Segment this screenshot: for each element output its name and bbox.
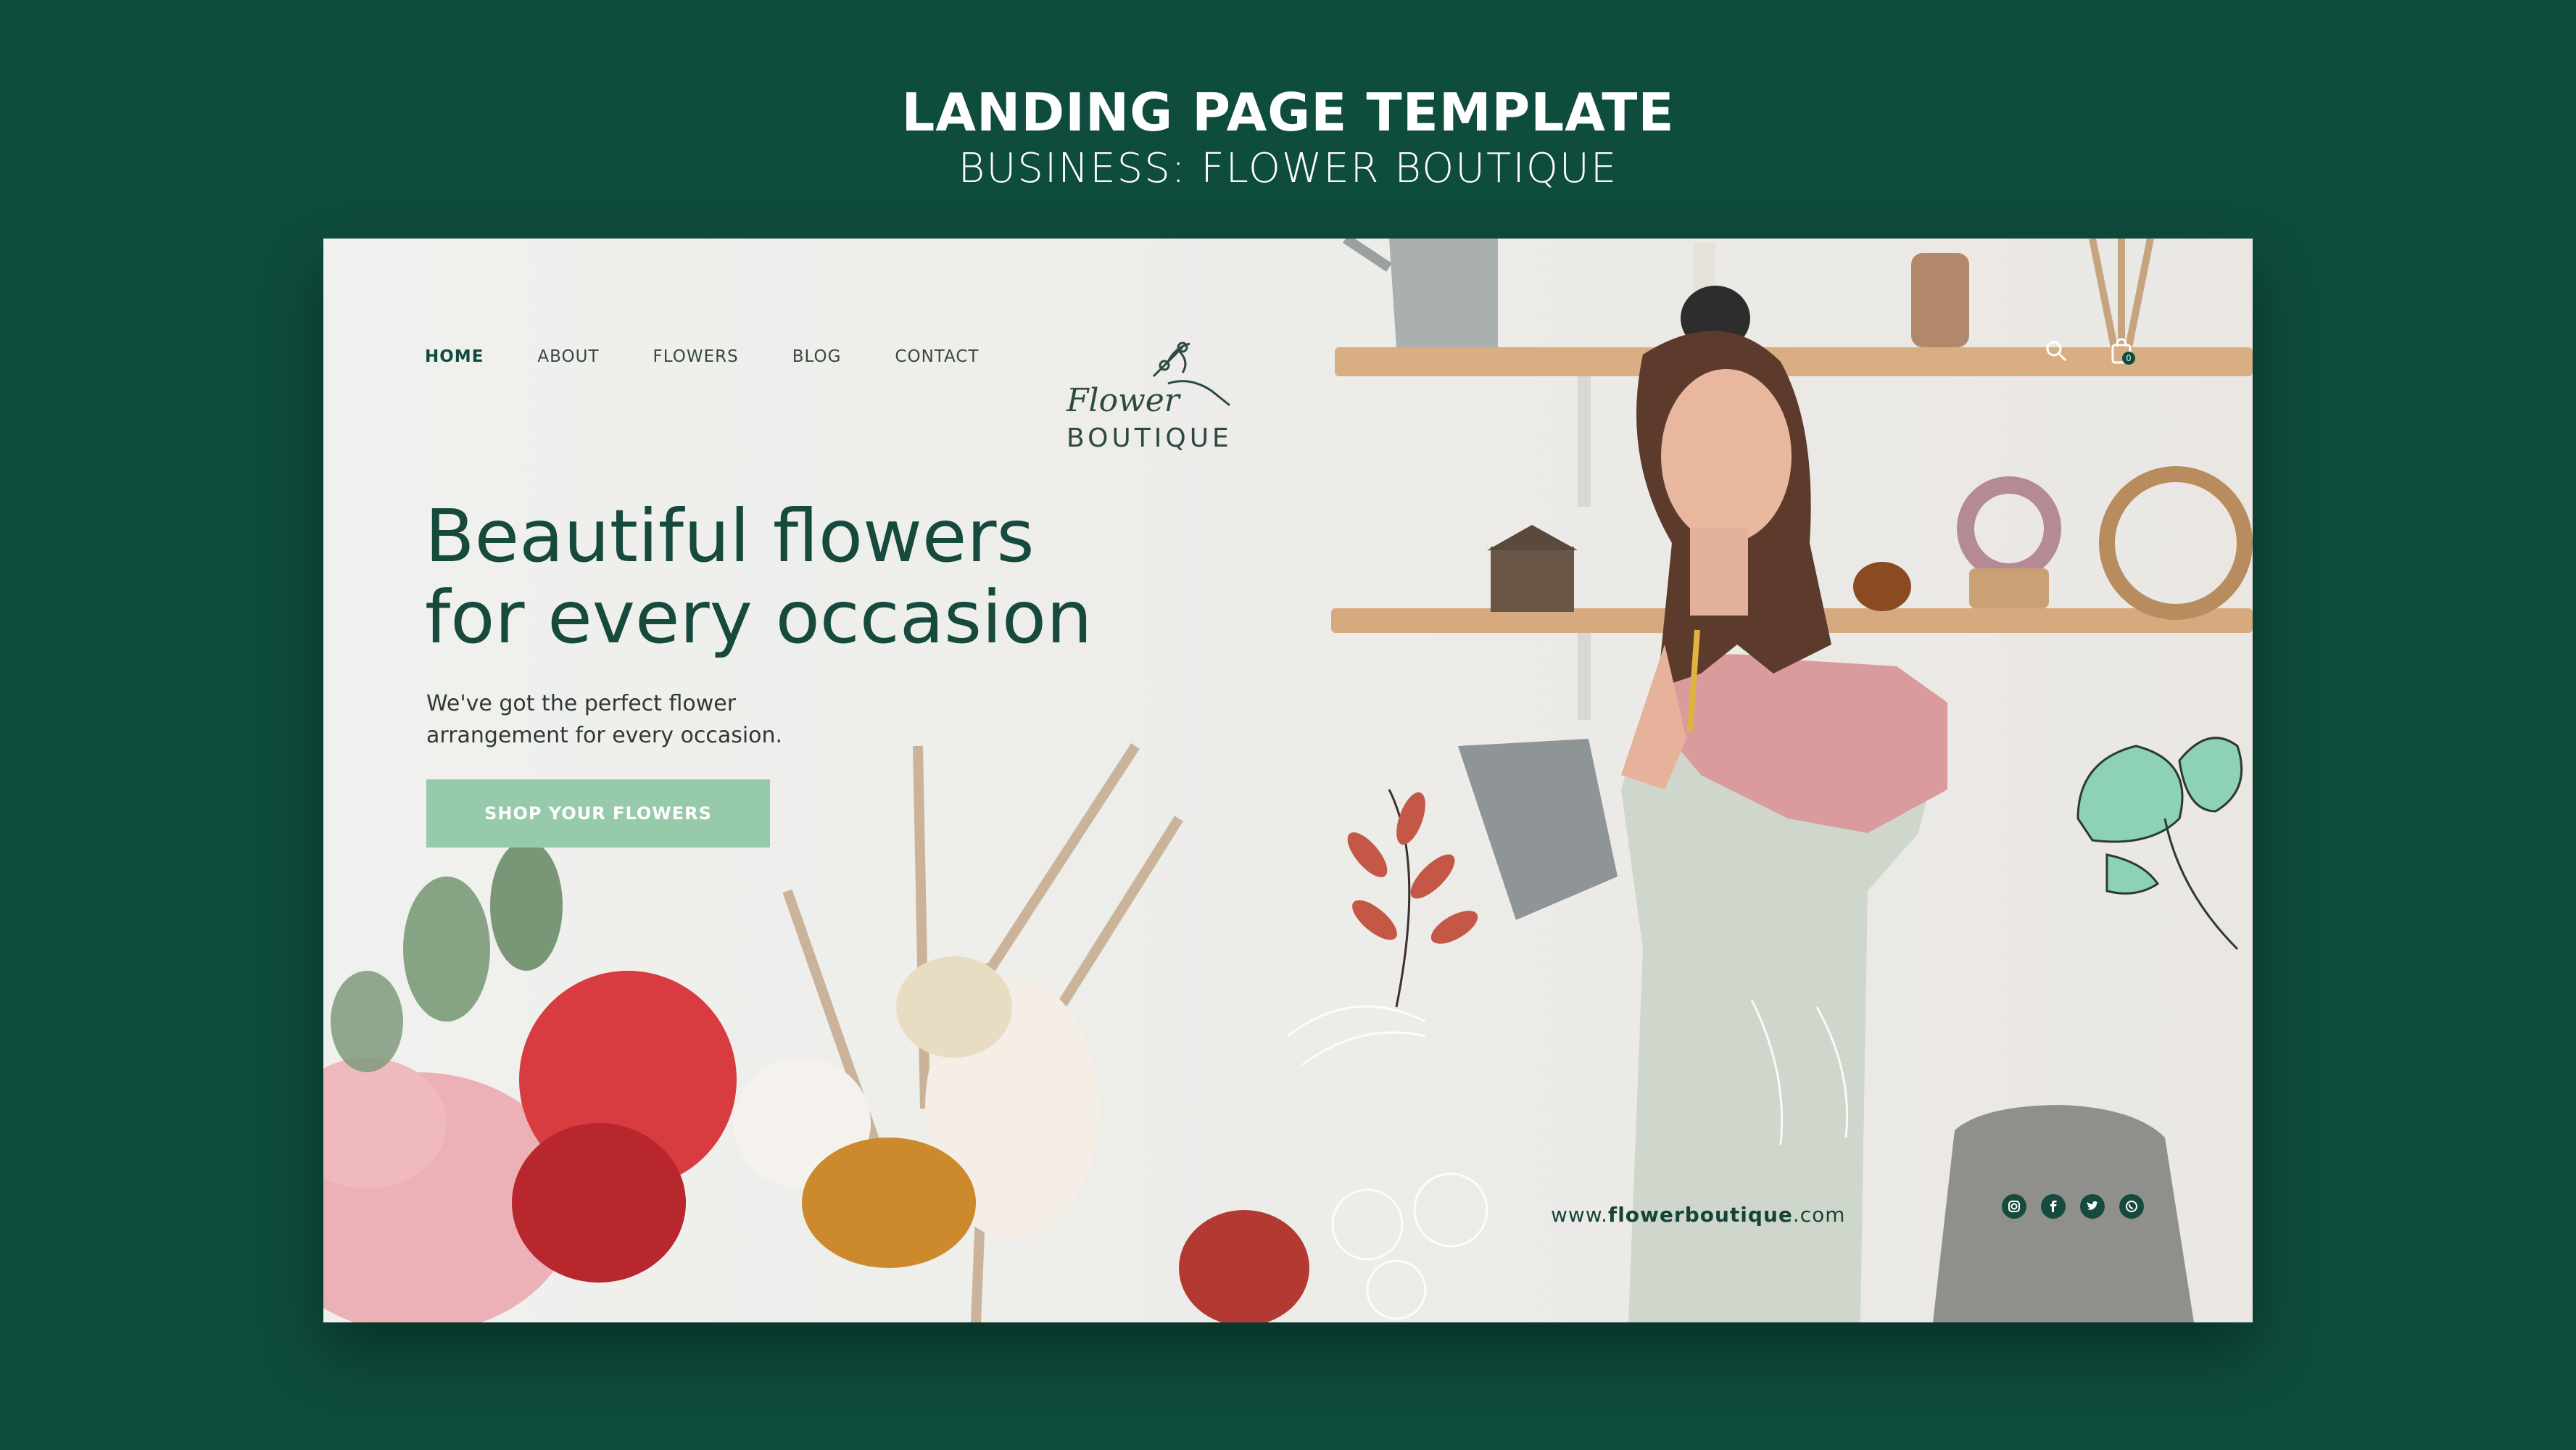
brand-logo[interactable]: Flower BOUTIQUE: [1052, 333, 1248, 456]
hero-title: Beautiful flowers for every occasion: [425, 496, 1186, 658]
social-links: [2002, 1194, 2144, 1219]
website-link[interactable]: www.flowerboutique.com: [1551, 1203, 1846, 1227]
landing-page-card: HOME ABOUT FLOWERS BLOG CONTACT Flower B…: [323, 239, 2253, 1322]
template-header: LANDING PAGE TEMPLATE BUSINESS: FLOWER B…: [0, 80, 2576, 193]
search-icon: [2046, 341, 2067, 362]
nav-flowers[interactable]: FLOWERS: [653, 347, 739, 366]
cart-count-badge: 0: [2122, 352, 2135, 365]
nav-blog[interactable]: BLOG: [792, 347, 842, 366]
nav-contact[interactable]: CONTACT: [895, 347, 979, 366]
hero-text-line1: We've got the perfect flower: [426, 691, 737, 716]
template-title: LANDING PAGE TEMPLATE: [901, 82, 1675, 143]
nav-home[interactable]: HOME: [425, 347, 484, 366]
website-prefix: www.: [1551, 1203, 1609, 1227]
twitter-icon[interactable]: [2080, 1194, 2105, 1219]
logo-word-text: BOUTIQUE: [1067, 423, 1233, 453]
search-button[interactable]: [2038, 333, 2074, 369]
instagram-icon[interactable]: [2002, 1194, 2026, 1219]
facebook-icon[interactable]: [2041, 1194, 2066, 1219]
shop-flowers-button[interactable]: SHOP YOUR FLOWERS: [426, 779, 770, 848]
whatsapp-icon[interactable]: [2119, 1194, 2144, 1219]
hero-title-line1: Beautiful flowers: [425, 494, 1035, 579]
cart-button[interactable]: 0: [2103, 333, 2140, 369]
logo-script-text: Flower: [1067, 382, 1180, 419]
nav-about[interactable]: ABOUT: [537, 347, 599, 366]
website-name: flowerboutique: [1608, 1203, 1793, 1227]
hero-description: We've got the perfect flower arrangement…: [426, 688, 832, 752]
hero-text-line2: arrangement for every occasion.: [426, 723, 783, 748]
main-nav: HOME ABOUT FLOWERS BLOG CONTACT: [425, 347, 979, 366]
hero-title-line2: for every occasion: [425, 575, 1093, 660]
website-suffix: .com: [1792, 1203, 1846, 1227]
template-subtitle: BUSINESS: FLOWER BOUTIQUE: [958, 145, 1618, 192]
